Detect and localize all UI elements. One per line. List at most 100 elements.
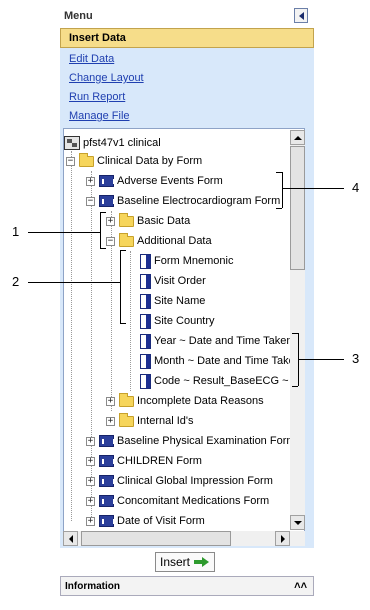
callout-bracket xyxy=(120,323,126,324)
tree-node-label: Basic Data xyxy=(137,215,191,227)
tree-node[interactable]: + Internal Id's xyxy=(106,412,194,430)
field-icon xyxy=(140,273,151,289)
tree-node-label: CHILDREN Form xyxy=(117,455,202,467)
tree-leaf[interactable]: Form Mnemonic xyxy=(140,252,233,270)
callout-bracket xyxy=(100,212,101,248)
tree-node[interactable]: + Clinical Global Impression Form xyxy=(86,472,273,490)
expand-icon[interactable]: + xyxy=(106,216,115,226)
tree-node[interactable]: + Adverse Events Form xyxy=(86,172,223,190)
tree-root[interactable]: pfst47v1 clinical xyxy=(64,134,161,152)
form-icon xyxy=(99,455,115,467)
scroll-down-button[interactable] xyxy=(290,515,305,530)
expand-icon[interactable]: + xyxy=(86,496,95,506)
tree-leaf[interactable]: Site Name xyxy=(140,292,205,310)
folder-icon xyxy=(119,212,134,227)
scroll-left-button[interactable] xyxy=(63,531,78,546)
field-icon xyxy=(140,353,151,369)
tree-leaf[interactable]: Month ~ Date and Time Taken xyxy=(140,352,301,370)
tree-node-label: Baseline Electrocardiogram Form xyxy=(117,195,281,207)
menu-link-edit-data[interactable]: Edit Data xyxy=(69,53,114,65)
tree-node[interactable]: − Clinical Data by Form xyxy=(66,152,202,170)
collapse-icon[interactable]: − xyxy=(66,156,75,166)
expand-icon[interactable]: + xyxy=(106,416,115,426)
collapse-panel-button[interactable] xyxy=(294,8,308,23)
callout-bracket xyxy=(120,250,121,324)
folder-icon xyxy=(119,392,134,407)
tree-leaf[interactable]: Visit Order xyxy=(140,272,206,290)
callout-bracket xyxy=(100,212,106,213)
horizontal-scrollbar[interactable] xyxy=(63,531,305,546)
arrow-left-icon xyxy=(68,534,73,543)
tree-node[interactable]: + Baseline Physical Examination Form xyxy=(86,432,296,450)
tree-node[interactable]: + Date of Visit Form xyxy=(86,512,205,530)
scroll-right-button[interactable] xyxy=(275,531,290,546)
h-scroll-thumb[interactable] xyxy=(81,531,231,546)
field-icon xyxy=(140,333,151,349)
tree-node[interactable]: + Incomplete Data Reasons xyxy=(106,392,264,410)
collapse-icon[interactable]: − xyxy=(86,196,95,206)
form-icon xyxy=(99,515,115,527)
callout-line xyxy=(28,282,120,283)
tree-node-label: Concomitant Medications Form xyxy=(117,495,270,507)
tree-root-label: pfst47v1 clinical xyxy=(83,137,161,149)
database-icon xyxy=(64,136,80,150)
tree-leaf-label: Year ~ Date and Time Taken xyxy=(154,335,293,347)
tree-leaf[interactable]: Site Country xyxy=(140,312,215,330)
callout-line xyxy=(28,232,100,233)
callout-3: 3 xyxy=(352,351,360,366)
field-icon xyxy=(140,313,151,329)
menu-title: Menu xyxy=(64,10,93,22)
tree-node[interactable]: − Additional Data xyxy=(106,232,212,250)
tree-leaf-label: Code ~ Result_BaseECG ~ Code xyxy=(154,375,305,387)
expand-icon[interactable]: + xyxy=(86,436,95,446)
callout-bracket xyxy=(276,172,282,173)
tree-node-label: Additional Data xyxy=(137,235,212,247)
arrow-up-icon xyxy=(293,135,302,140)
folder-open-icon xyxy=(119,232,134,247)
menu-item-insert-data[interactable]: Insert Data xyxy=(60,28,314,48)
callout-bracket xyxy=(282,172,283,208)
form-icon xyxy=(99,495,115,507)
tree-node[interactable]: + Concomitant Medications Form xyxy=(86,492,269,510)
collapse-arrow-icon xyxy=(298,11,304,20)
tree-leaf-label: Month ~ Date and Time Taken xyxy=(154,355,301,367)
scroll-up-button[interactable] xyxy=(290,130,305,145)
arrow-down-icon xyxy=(293,520,302,525)
field-icon xyxy=(140,373,151,389)
collapse-icon[interactable]: − xyxy=(106,236,115,246)
arrow-right-icon xyxy=(280,534,285,543)
expand-icon[interactable]: + xyxy=(86,476,95,486)
tree-node-label: Incomplete Data Reasons xyxy=(137,395,264,407)
callout-bracket xyxy=(292,333,298,334)
tree-leaf-label: Form Mnemonic xyxy=(154,255,234,267)
callout-line xyxy=(298,359,344,360)
tree-node-label: Adverse Events Form xyxy=(117,175,223,187)
tree-leaf[interactable]: Code ~ Result_BaseECG ~ Code xyxy=(140,372,305,390)
field-icon xyxy=(140,293,151,309)
menu-link-manage-file[interactable]: Manage File xyxy=(69,110,130,122)
tree-node-label: Date of Visit Form xyxy=(117,515,205,527)
callout-bracket xyxy=(100,248,106,249)
tree-node[interactable]: + CHILDREN Form xyxy=(86,452,202,470)
tree-node-label: Clinical Global Impression Form xyxy=(117,475,273,487)
tree-node[interactable]: − Baseline Electrocardiogram Form xyxy=(86,192,280,210)
green-arrow-icon xyxy=(194,557,210,567)
expand-icon[interactable]: + xyxy=(86,176,95,186)
field-icon xyxy=(140,253,151,269)
form-icon xyxy=(99,175,115,187)
callout-2: 2 xyxy=(12,274,20,289)
menu-link-run-report[interactable]: Run Report xyxy=(69,91,125,103)
expand-icon[interactable]: + xyxy=(86,516,95,526)
insert-button[interactable]: Insert xyxy=(155,552,215,572)
vertical-scrollbar[interactable] xyxy=(290,130,305,530)
expand-double-chevron-icon[interactable]: ˄˄ xyxy=(294,580,307,592)
form-icon xyxy=(99,195,115,207)
tree-leaf-label: Visit Order xyxy=(154,275,206,287)
scroll-thumb[interactable] xyxy=(290,146,305,270)
expand-icon[interactable]: + xyxy=(86,456,95,466)
expand-icon[interactable]: + xyxy=(106,396,115,406)
tree-leaf[interactable]: Year ~ Date and Time Taken xyxy=(140,332,293,350)
tree-node[interactable]: + Basic Data xyxy=(106,212,190,230)
menu-link-change-layout[interactable]: Change Layout xyxy=(69,72,144,84)
information-bar[interactable]: Information ˄˄ xyxy=(60,576,314,596)
